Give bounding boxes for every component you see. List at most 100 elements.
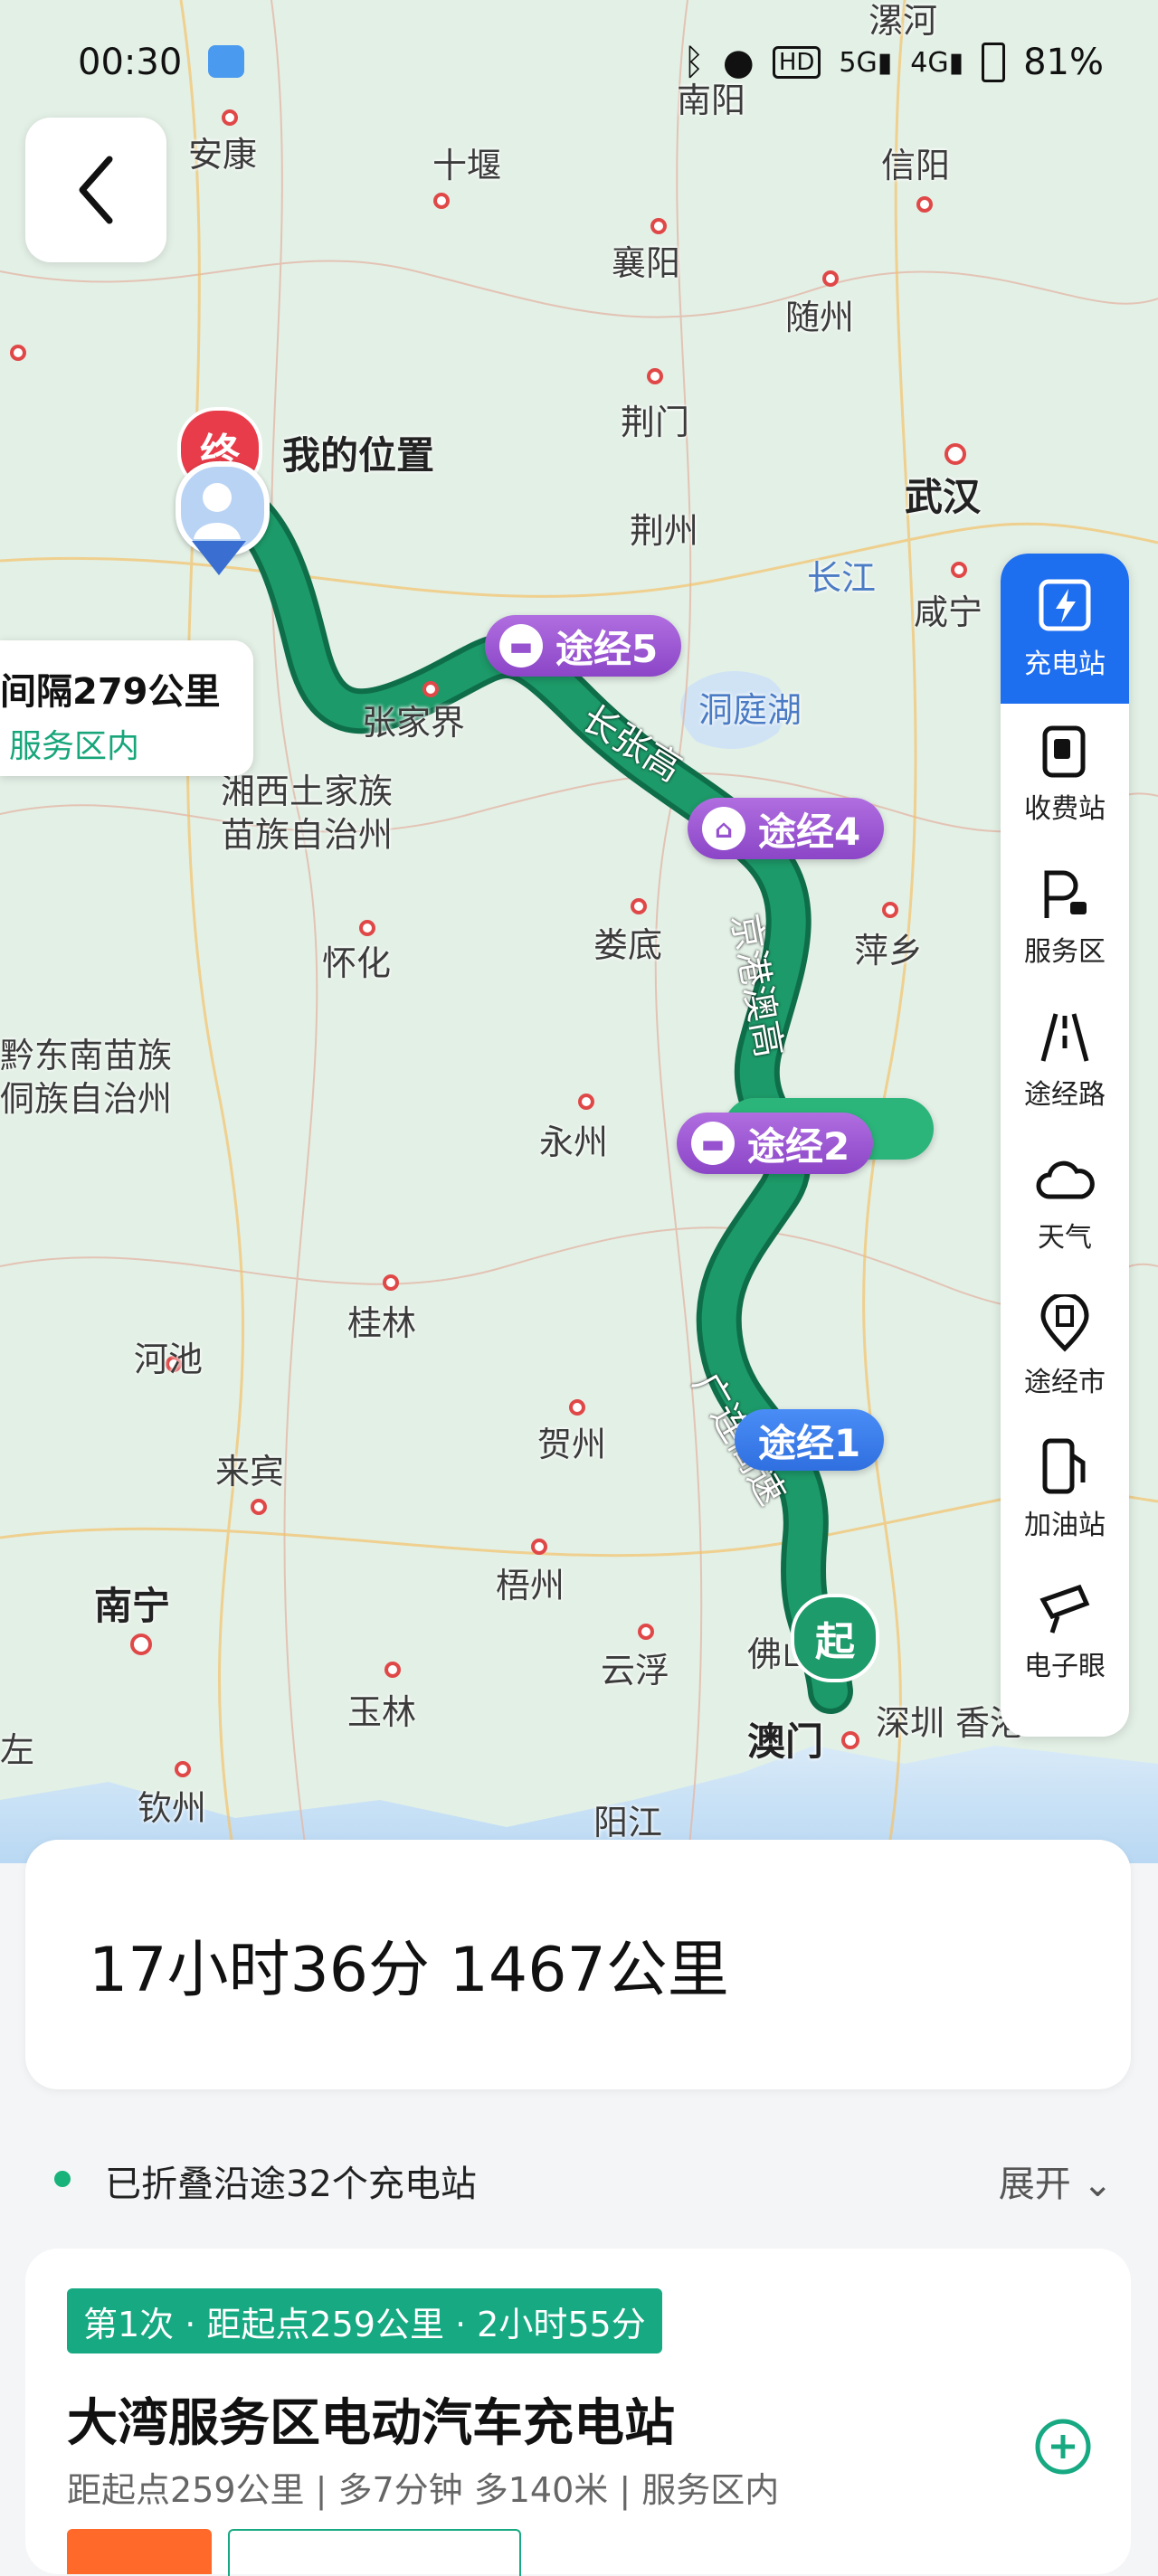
road-icon <box>1040 1013 1089 1062</box>
map-label-changjiang: 长江 <box>807 558 877 598</box>
add-station-button[interactable] <box>1033 2417 1093 2480</box>
battery-icon <box>982 43 1006 82</box>
map-label-qiandongnan: 黔东南苗族 侗族自治州 <box>0 1036 173 1119</box>
location-icon: ● <box>722 42 755 83</box>
station-badge <box>67 2529 212 2574</box>
folded-stations-row[interactable]: 已折叠沿途32个充电站 展开 ⌄ <box>54 2153 1113 2207</box>
tool-service-area[interactable]: 服务区 <box>1001 847 1129 990</box>
stop-tag: 第1次 · 距起点259公里 · 2小时55分 <box>67 2288 662 2353</box>
tool-roads-label: 途经路 <box>1024 1079 1106 1111</box>
shopping-cart-icon: ⌂ <box>702 807 745 850</box>
charging-station-card[interactable]: 第1次 · 距起点259公里 · 2小时55分 大湾服务区电动汽车充电站 距起点… <box>25 2249 1131 2576</box>
map-label-xiangxi: 湘西土家族 苗族自治州 <box>221 772 394 855</box>
station-badge-outline <box>228 2529 521 2576</box>
tool-weather[interactable]: 天气 <box>1001 1132 1129 1275</box>
cloud-icon <box>1036 1160 1095 1199</box>
map-label-pingxiang: 萍乡 <box>854 931 924 971</box>
map-label-zhangjiajie: 张家界 <box>362 703 466 743</box>
map-label-laibin: 来宾 <box>215 1452 285 1492</box>
waypoint-5[interactable]: ▬ 途经5 <box>485 615 682 677</box>
map-label-loudi: 娄底 <box>593 925 663 965</box>
map-label-xinyang: 信阳 <box>881 146 951 185</box>
signal-5g-icon: 5G▮ <box>839 46 893 79</box>
tool-cities[interactable]: 途经市 <box>1001 1275 1129 1418</box>
chevron-left-icon <box>79 156 113 224</box>
fuel-icon <box>1042 1438 1086 1494</box>
location-pointer-icon <box>192 541 246 575</box>
expand-button[interactable]: 展开 ⌄ <box>999 2155 1113 2207</box>
map-label-xianning: 咸宁 <box>914 592 983 632</box>
map-label-qinzhou: 钦州 <box>138 1788 207 1828</box>
tool-charging[interactable]: 充电站 <box>1001 554 1129 704</box>
status-time: 00:30 <box>78 42 183 83</box>
map-label-yangjiang: 阳江 <box>593 1803 663 1842</box>
tool-fuel[interactable]: 加油站 <box>1001 1418 1129 1561</box>
battery-percent: 81% <box>1023 42 1104 83</box>
route-summary-card[interactable]: 17小时36分 1467公里 <box>25 1840 1131 2089</box>
route-duration-distance: 17小时36分 1467公里 <box>89 1935 729 2006</box>
waypoint-5-label: 途经5 <box>555 626 659 671</box>
map-label-guilin: 桂林 <box>347 1303 417 1343</box>
map-label-nanning: 南宁 <box>94 1584 171 1628</box>
waypoint-4[interactable]: ⌂ 途经4 <box>688 798 885 859</box>
bluetooth-icon: ᛒ <box>682 42 705 83</box>
tool-fuel-label: 加油站 <box>1024 1510 1106 1541</box>
map-label-hezhou: 贺州 <box>537 1425 607 1464</box>
back-button[interactable] <box>25 118 166 262</box>
tool-camera[interactable]: 电子眼 <box>1001 1561 1129 1704</box>
chevron-down-icon: ⌄ <box>1082 2164 1113 2205</box>
start-marker[interactable]: 起 <box>791 1594 879 1682</box>
tool-charging-label: 充电站 <box>1024 649 1106 680</box>
map-label-shiyan: 十堰 <box>432 146 502 185</box>
tool-cities-label: 途经市 <box>1024 1367 1106 1398</box>
map-label-wuhan: 武汉 <box>905 475 982 519</box>
map-background <box>0 0 1158 1863</box>
map-label-dongtinghu: 洞庭湖 <box>698 690 802 730</box>
tool-service-area-label: 服务区 <box>1024 936 1106 968</box>
avatar-icon <box>194 483 241 539</box>
map-label-huaihua: 怀化 <box>322 943 392 983</box>
map-label-yulin: 玉林 <box>347 1692 417 1732</box>
status-bar: 00:30 ᛒ ● HD 5G▮ 4G▮ 81% <box>0 0 1158 127</box>
map-label-zuo: 左 <box>0 1730 35 1770</box>
route-map[interactable]: 安康 十堰 南阳 漯河 信阳 襄阳 随州 荆门 武汉 荆州 长江 咸宁 洞庭湖 张家界 湘西土家族 苗族自治… <box>0 0 1158 1863</box>
station-detail: 距起点259公里 | 多7分钟 多140米 | 服务区内 <box>67 2470 780 2510</box>
map-label-suizhou: 随州 <box>785 298 855 337</box>
station-name: 大湾服务区电动汽车充电站 <box>67 2394 675 2453</box>
charging-interval-note[interactable]: 间隔279公里 服务区内 <box>0 640 253 776</box>
map-label-hechi: 河池 <box>134 1340 204 1379</box>
waypoint-4-label: 途经4 <box>758 809 861 854</box>
timeline-dot <box>54 2171 71 2187</box>
toll-icon <box>1042 725 1086 778</box>
my-location-label: 我的位置 <box>282 433 435 478</box>
map-label-macau: 澳门 <box>747 1719 824 1764</box>
add-circle-icon <box>1035 2419 1091 2475</box>
map-label-jingzhou: 荆州 <box>630 511 699 551</box>
waypoint-1[interactable]: 途经1 <box>735 1409 885 1471</box>
tool-toll-label: 收费站 <box>1024 793 1106 825</box>
hotel-icon: ▬ <box>691 1122 735 1165</box>
signal-4g-icon: 4G▮ <box>910 46 964 79</box>
map-label-wuzhou: 梧州 <box>496 1566 565 1605</box>
tool-toll[interactable]: 收费站 <box>1001 704 1129 847</box>
waypoint-1-label: 途经1 <box>758 1420 861 1465</box>
tool-weather-label: 天气 <box>1038 1222 1092 1254</box>
waypoint-2[interactable]: ▬ 途经2 <box>677 1113 874 1174</box>
tool-roads[interactable]: 途经路 <box>1001 990 1129 1132</box>
service-area-icon <box>1044 870 1087 918</box>
weather-status-icon <box>208 45 244 78</box>
map-label-jingmen: 荆门 <box>621 402 690 442</box>
hotel-icon: ▬ <box>499 624 543 668</box>
map-label-yongzhou: 永州 <box>539 1122 609 1162</box>
map-label-xiangyang: 襄阳 <box>612 243 681 283</box>
map-toolbar: 充电站 收费站 服务区 途经路 天气 途经市 加油站 电子眼 <box>1001 554 1129 1737</box>
interval-location: 服务区内 <box>9 728 140 765</box>
tool-camera-label: 电子眼 <box>1024 1651 1106 1682</box>
start-marker-label: 起 <box>815 1619 855 1665</box>
map-label-ankang: 安康 <box>188 135 258 175</box>
expand-label: 展开 <box>998 2164 1071 2205</box>
camera-icon <box>1039 1584 1090 1634</box>
folded-stations-text: 已折叠沿途32个充电站 <box>105 2164 477 2205</box>
hd-icon: HD <box>772 46 821 79</box>
charging-icon <box>1039 579 1091 631</box>
